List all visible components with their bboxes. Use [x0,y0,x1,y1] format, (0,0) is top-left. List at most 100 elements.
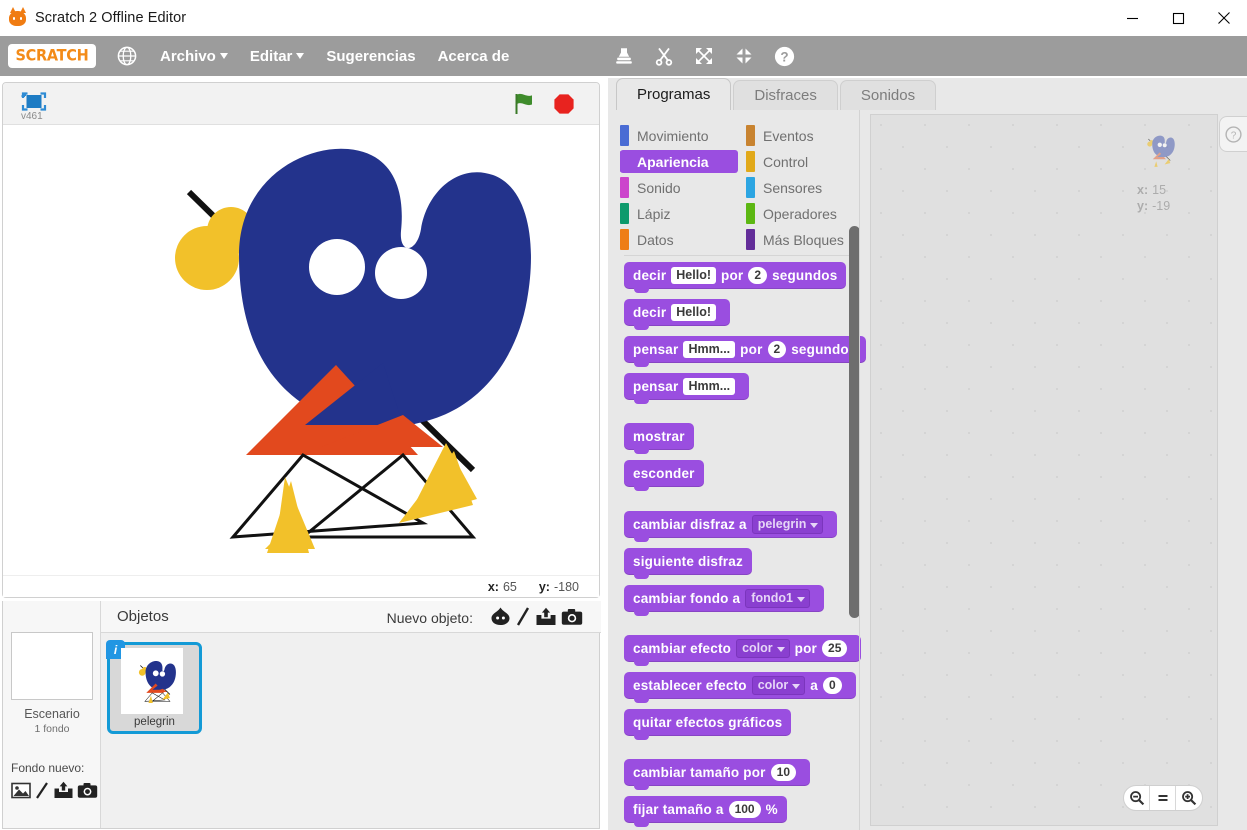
category-mas-bloques[interactable]: Más Bloques [746,228,864,251]
category-label: Más Bloques [763,231,844,248]
block-number-field[interactable]: 25 [822,640,848,657]
watermark-x-label: x: [1137,183,1149,197]
category-swatch [746,203,755,224]
block-text: pensar [633,379,679,394]
palette-block[interactable]: fijar tamaño a 100% [624,796,787,827]
paint-icon[interactable] [34,781,50,805]
stage-panel: v461 x: 65 y: -180 [2,82,600,598]
palette-block[interactable]: pensar Hmm... [624,373,750,404]
shrink-icon[interactable] [732,44,756,68]
palette-block[interactable]: cambiar fondo a fondo1 [624,585,824,616]
category-operadores[interactable]: Operadores [746,202,864,225]
maximize-button[interactable] [1155,0,1201,36]
tab-disfraces[interactable]: Disfraces [733,80,838,110]
stage-thumbnail[interactable] [11,632,93,700]
watermark-y-label: y: [1137,199,1149,213]
menu-item-acerca-de[interactable]: Acerca de [438,48,510,65]
green-flag-icon[interactable] [511,91,537,117]
block-number-field[interactable]: 0 [823,677,842,694]
question-icon[interactable]: ? [772,44,796,68]
palette-block[interactable]: decir Hello! [624,299,731,330]
tab-sonidos[interactable]: Sonidos [839,80,937,110]
camera-icon[interactable] [77,782,98,804]
stage-name: Escenario [24,707,80,721]
category-swatch [620,229,629,250]
scripts-canvas[interactable]: x: 15 y: -19 [870,114,1218,826]
help-tab[interactable]: ? [1219,116,1247,152]
palette-block[interactable]: decir Hello! por 2 segundos [624,262,847,293]
zoom-out-button[interactable] [1124,786,1150,810]
block-dropdown[interactable]: fondo1 [745,589,810,608]
palette-block[interactable]: cambiar disfraz a pelegrin [624,511,838,542]
stage-version-label: v461 [21,111,43,122]
category-apariencia[interactable]: Apariencia [620,150,738,173]
category-control[interactable]: Control [746,150,864,173]
upload-icon[interactable] [535,607,557,632]
zoom-in-button[interactable] [1176,786,1202,810]
block-text: % [765,802,778,817]
menu-label: Sugerencias [326,47,416,65]
block-dropdown[interactable]: color [751,676,806,695]
category-movimiento[interactable]: Movimiento [620,124,738,147]
camera-icon[interactable] [561,608,583,631]
block-text-field[interactable]: Hello! [671,267,717,284]
palette-block[interactable]: siguiente disfraz [624,548,752,579]
category-sonido[interactable]: Sonido [620,176,738,199]
close-button[interactable] [1201,0,1247,36]
block-text-field[interactable]: Hello! [671,304,717,321]
stamp-icon[interactable] [612,44,636,68]
block-number-field[interactable]: 100 [728,801,761,818]
palette-block[interactable]: esconder [624,460,704,491]
category-datos[interactable]: Datos [620,228,738,251]
category-sensores[interactable]: Sensores [746,176,864,199]
zoom-reset-button[interactable] [1150,786,1176,810]
editor-tabs: Programas Disfraces Sonidos [616,78,938,110]
category-lapiz[interactable]: Lápiz [620,202,738,225]
block-text-field[interactable]: Hmm... [683,378,736,395]
palette-block[interactable]: pensar Hmm... por 2 segundos [624,336,866,367]
globe-icon[interactable] [116,45,138,67]
stage-canvas[interactable] [3,125,599,557]
menu-item-editar[interactable]: Editar [250,48,305,65]
upload-icon[interactable] [53,781,74,805]
stage-selector[interactable]: Escenario 1 fondo Fondo nuevo: [3,601,101,828]
sprite-card-pelegrin[interactable]: i pelegrin [106,640,202,734]
watermark-coordinates: x: 15 y: -19 [1111,182,1203,214]
svg-text:?: ? [780,49,788,64]
sprite-name: pelegrin [134,716,175,728]
category-swatch [620,203,629,224]
category-swatch [620,125,629,146]
tab-programas[interactable]: Programas [616,78,732,110]
block-number-field[interactable]: 2 [748,267,768,284]
palette-block[interactable]: cambiar efecto color por 25 [624,635,862,666]
chevron-down-icon [296,53,305,59]
block-text: quitar efectos gráficos [633,715,783,730]
scratch-logo[interactable]: SCRATCH [8,44,96,68]
stop-sign-icon[interactable] [551,91,577,117]
palette-block[interactable]: mostrar [624,423,694,454]
grow-icon[interactable] [692,44,716,68]
block-number-field[interactable]: 10 [770,764,796,781]
paint-icon[interactable] [515,606,531,632]
block-dropdown[interactable]: pelegrin [751,515,824,534]
block-text-field[interactable]: Hmm... [683,341,736,358]
block-text: establecer efecto [633,678,747,693]
palette-block-list[interactable]: decir Hello! por 2 segundos decir Hello! pensar… [616,262,868,830]
new-backdrop-icons [11,781,98,805]
image-icon[interactable] [11,782,31,804]
scratch-logo-text: SCRATCH [15,47,89,65]
block-text: cambiar tamaño por [633,765,766,780]
surprise-icon[interactable] [490,606,511,632]
scissors-icon[interactable] [652,44,676,68]
palette-block[interactable]: establecer efecto color a 0 [624,672,856,703]
menu-item-sugerencias[interactable]: Sugerencias [326,48,415,65]
minimize-button[interactable] [1109,0,1155,36]
block-number-field[interactable]: 2 [767,341,787,358]
palette-block[interactable]: cambiar tamaño por 10 [624,759,810,790]
block-text: cambiar fondo a [633,591,741,606]
category-eventos[interactable]: Eventos [746,124,864,147]
palette-block[interactable]: quitar efectos gráficos [624,709,792,740]
block-dropdown[interactable]: color [736,639,790,658]
mouse-coordinates: x: 65 y: -180 [3,575,599,597]
menu-item-archivo[interactable]: Archivo [160,48,228,65]
